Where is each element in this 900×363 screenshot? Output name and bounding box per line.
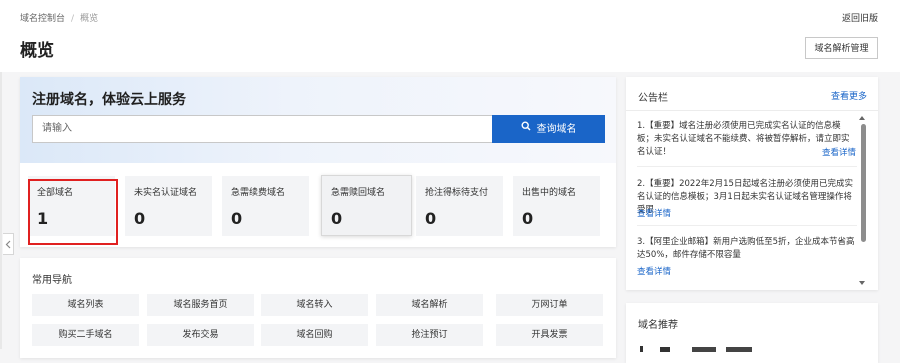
quick-nav-card: 常用导航 域名列表 域名服务首页 域名转入 域名解析 万网订单 购买二手域名 发…: [20, 258, 616, 358]
notice-1-details-link[interactable]: 查看详情: [822, 146, 856, 158]
stat-label: 抢注得标待支付: [425, 188, 489, 198]
nav-item-backorder[interactable]: 抢注预订: [376, 324, 483, 346]
stat-urgent-redemption[interactable]: 急需赎回域名 0: [321, 175, 412, 236]
divider: [626, 110, 878, 111]
notice-item-3: 3.【阿里企业邮箱】新用户选购低至5折，企业成本节省高达50%，邮件存储不限容量: [637, 237, 855, 260]
domain-recommend-title: 域名推荐: [638, 320, 678, 331]
breadcrumb-root[interactable]: 域名控制台: [20, 14, 65, 24]
stat-value: 0: [231, 209, 243, 228]
stat-label: 出售中的域名: [522, 188, 577, 198]
chevron-left-icon: [5, 240, 11, 249]
nav-item-buy-used-domain[interactable]: 购买二手域名: [32, 324, 139, 346]
search-icon: [520, 115, 531, 143]
nav-item-invoice[interactable]: 开具发票: [496, 324, 603, 346]
dns-management-button[interactable]: 域名解析管理: [805, 37, 878, 59]
stat-value: 1: [37, 209, 49, 228]
overview-card: 注册域名，体验云上服务 请输入 查询域名 全部域名 1 未实名认证域名 0 急需…: [20, 77, 616, 247]
breadcrumb: 域名控制台 / 概览: [20, 11, 98, 24]
stat-all-domains[interactable]: 全部域名 1: [28, 176, 115, 236]
nav-item-publish-trade[interactable]: 发布交易: [147, 324, 254, 346]
register-banner: 注册域名，体验云上服务 请输入 查询域名: [20, 77, 616, 163]
page-title: 概览: [20, 41, 54, 61]
recommend-item-fragment: [640, 344, 672, 352]
stat-label: 未实名认证域名: [134, 188, 198, 198]
scroll-up-arrow-icon[interactable]: [859, 116, 865, 120]
breadcrumb-separator: /: [71, 14, 75, 24]
stat-value: 0: [134, 209, 146, 228]
stat-value: 0: [522, 209, 534, 228]
domain-recommend-card: 域名推荐: [626, 303, 878, 363]
nav-item-orders[interactable]: 万网订单: [496, 294, 603, 316]
search-domain-button[interactable]: 查询域名: [492, 115, 605, 143]
banner-title: 注册域名，体验云上服务: [32, 92, 186, 108]
stat-value: 0: [425, 209, 437, 228]
notice-3-details-link[interactable]: 查看详情: [637, 265, 671, 277]
scroll-down-arrow-icon[interactable]: [859, 281, 865, 285]
stat-urgent-renewal[interactable]: 急需续费域名 0: [222, 176, 309, 236]
nav-item-domain-list[interactable]: 域名列表: [32, 294, 139, 316]
stat-value: 0: [331, 209, 343, 228]
view-more-link[interactable]: 查看更多: [831, 89, 867, 102]
domain-search-input[interactable]: 请输入: [32, 115, 504, 143]
page-header: 域名控制台 / 概览 返回旧版 概览 域名解析管理: [0, 0, 900, 72]
search-button-label: 查询域名: [536, 124, 577, 135]
nav-item-dns[interactable]: 域名解析: [376, 294, 483, 316]
recommend-item-fragment: [692, 344, 754, 352]
back-to-old-version-link[interactable]: 返回旧版: [842, 11, 878, 24]
breadcrumb-current: 概览: [80, 14, 99, 24]
nav-item-domain-service-home[interactable]: 域名服务首页: [147, 294, 254, 316]
stat-unverified-domains[interactable]: 未实名认证域名 0: [125, 176, 212, 236]
nav-item-domain-buyback[interactable]: 域名回购: [261, 324, 368, 346]
divider: [637, 225, 857, 226]
stat-domains-for-sale[interactable]: 出售中的域名 0: [513, 176, 600, 236]
sidebar-collapse-toggle[interactable]: [3, 233, 14, 255]
divider: [637, 166, 857, 167]
quick-nav-title: 常用导航: [32, 275, 72, 286]
scrollbar-thumb[interactable]: [861, 124, 866, 242]
notice-2-details-link[interactable]: 查看详情: [637, 207, 671, 219]
stat-label: 全部域名: [37, 188, 74, 198]
nav-item-domain-transfer[interactable]: 域名转入: [261, 294, 368, 316]
stat-label: 急需赎回域名: [331, 188, 386, 198]
stat-label: 急需续费域名: [231, 188, 286, 198]
stat-backorder-pending-payment[interactable]: 抢注得标待支付 0: [416, 176, 503, 236]
notice-board-title: 公告栏: [638, 93, 668, 104]
notice-board-card: 公告栏 查看更多 1.【重要】域名注册必须使用已完成实名认证的信息模板；未实名认…: [626, 77, 878, 290]
